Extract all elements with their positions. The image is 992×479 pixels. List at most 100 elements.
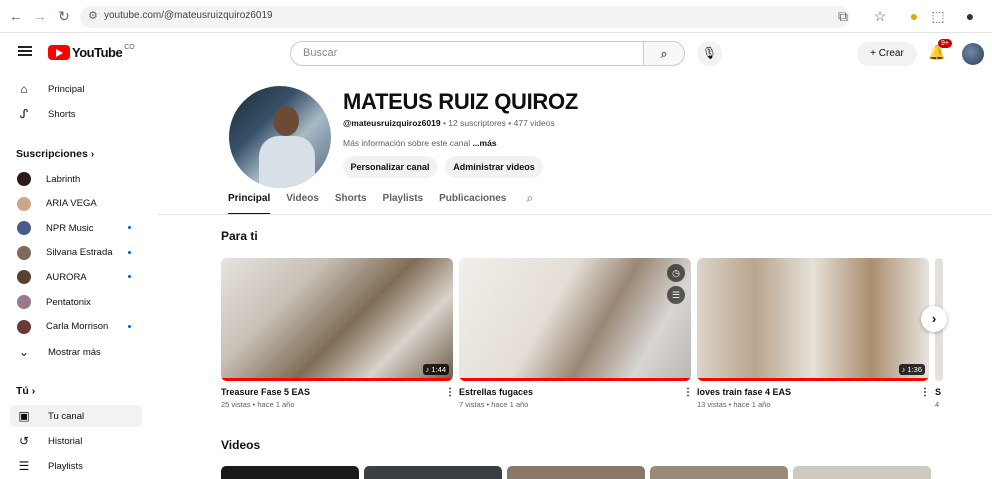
puzzle-icon[interactable]: ⬚ <box>930 8 946 24</box>
subscription-item[interactable]: AURORA <box>10 266 142 288</box>
video-title-partial[interactable]: S <box>935 387 941 397</box>
show-more-button[interactable]: ⌄ Mostrar más <box>10 341 142 363</box>
youtube-page: YouTube CO Buscar ⌕ 🎙 + Crear 🔔 9+ ⌂ Pri… <box>0 33 992 479</box>
clock-icon[interactable]: ◷ <box>667 264 685 282</box>
extension-icon[interactable]: ● <box>906 8 922 24</box>
watched-progress-bar <box>697 378 929 381</box>
new-content-dot <box>128 275 131 279</box>
subscription-label: Labrinth <box>46 173 81 185</box>
tab-playlists[interactable]: Playlists <box>383 193 424 215</box>
url-text: youtube.com/@mateusruizquiroz6019 <box>104 10 273 21</box>
avatar-figure-body <box>259 136 315 188</box>
video-thumbnail[interactable] <box>507 466 645 479</box>
manage-videos-button[interactable]: Administrar videos <box>445 156 543 178</box>
subscriptions-heading[interactable]: Suscripciones › <box>16 148 94 160</box>
site-info-icon[interactable]: ⚙ <box>88 9 98 22</box>
more-options-icon[interactable]: ⋮ <box>445 387 455 398</box>
customize-channel-button[interactable]: Personalizar canal <box>343 156 437 178</box>
create-button[interactable]: + Crear <box>857 42 917 66</box>
new-content-dot <box>128 324 131 328</box>
more-options-icon[interactable]: ⋮ <box>920 387 930 398</box>
profile-icon[interactable]: ● <box>962 8 978 24</box>
add-to-queue-icon[interactable]: ☰ <box>667 286 685 304</box>
subscription-item[interactable]: Carla Morrison <box>10 316 142 338</box>
channel-description[interactable]: Más información sobre este canal ...más <box>343 138 497 148</box>
search-button[interactable]: ⌕ <box>643 41 685 66</box>
avatar-figure-head <box>273 106 299 136</box>
tab-publicaciones[interactable]: Publicaciones <box>439 193 506 215</box>
youtube-logo[interactable]: YouTube CO <box>48 44 135 60</box>
subscription-label: Silvana Estrada <box>46 247 113 259</box>
sidebar-item-label: Playlists <box>48 460 83 472</box>
video-thumbnail[interactable]: ◷ ☰ <box>459 258 691 381</box>
sidebar-item-playlists[interactable]: ☰ Playlists <box>10 455 142 477</box>
video-title[interactable]: Estrellas fugaces <box>459 387 533 397</box>
install-icon[interactable]: ⧉ <box>835 8 851 24</box>
voice-search-button[interactable]: 🎙 <box>697 41 722 66</box>
subscriptions-title: Suscripciones <box>16 148 88 160</box>
mic-icon: 🎙 <box>701 46 718 60</box>
subscription-item[interactable]: Labrinth <box>10 168 142 190</box>
subscription-label: AURORA <box>46 271 87 283</box>
new-content-dot <box>128 226 131 230</box>
star-icon[interactable]: ☆ <box>872 8 888 24</box>
video-thumbnail[interactable] <box>221 466 359 479</box>
video-title[interactable]: Treasure Fase 5 EAS <box>221 387 310 397</box>
back-icon[interactable]: ← <box>8 8 24 24</box>
avatar[interactable] <box>962 43 984 65</box>
tab-shorts[interactable]: Shorts <box>335 193 367 215</box>
menu-icon[interactable] <box>18 46 32 56</box>
channel-avatar[interactable] <box>229 86 331 188</box>
channel-avatar <box>17 172 31 186</box>
sidebar-item-your-channel[interactable]: ▣ Tu canal <box>10 405 142 427</box>
you-heading[interactable]: Tú › <box>16 385 35 397</box>
subscription-label: ARIA VEGA <box>46 198 97 210</box>
sidebar-item-history[interactable]: ↺ Historial <box>10 430 142 452</box>
chevron-right-icon: › <box>931 311 937 326</box>
more-options-icon[interactable]: ⋮ <box>683 387 693 398</box>
video-thumbnail[interactable] <box>364 466 502 479</box>
video-thumbnail[interactable]: ♪ 1:44 <box>221 258 453 381</box>
subscription-label: NPR Music <box>46 222 94 234</box>
channel-avatar <box>17 221 31 236</box>
tab-principal[interactable]: Principal <box>228 193 271 215</box>
you-title: Tú <box>16 385 29 397</box>
channel-search-icon[interactable]: ⌕ <box>526 191 533 215</box>
search-input[interactable]: Buscar <box>290 41 644 66</box>
channel-avatar <box>17 196 31 211</box>
address-bar[interactable]: ⚙ youtube.com/@mateusruizquiroz6019 <box>80 6 850 28</box>
more-link[interactable]: ...más <box>472 138 496 148</box>
new-content-dot <box>128 250 131 254</box>
show-more-label: Mostrar más <box>48 346 101 358</box>
logo-text: YouTube <box>72 44 123 60</box>
channel-meta: @mateusruizquiroz6019 • 12 suscriptores … <box>343 118 555 128</box>
section-title-for-you: Para ti <box>221 229 258 243</box>
carousel-next-button[interactable]: › <box>921 306 947 332</box>
channel-page: MATEUS RUIZ QUIROZ @mateusruizquiroz6019… <box>158 73 992 479</box>
channel-avatar <box>17 319 31 334</box>
video-meta-partial: 4 <box>935 400 940 409</box>
sidebar-item-shorts[interactable]: ᔑ Shorts <box>10 103 142 125</box>
country-code: CO <box>124 43 135 51</box>
reload-icon[interactable]: ↻ <box>56 8 72 24</box>
subscription-item[interactable]: NPR Music <box>10 217 142 239</box>
channel-icon: ▣ <box>18 409 30 423</box>
video-title[interactable]: loves train fase 4 EAS <box>697 387 791 397</box>
channel-handle: @mateusruizquiroz6019 <box>343 118 441 128</box>
tab-videos[interactable]: Videos <box>286 193 319 215</box>
notification-badge: 9+ <box>938 39 952 48</box>
divider <box>158 214 992 215</box>
subscription-label: Pentatonix <box>46 296 91 308</box>
channel-avatar <box>17 245 31 260</box>
sidebar-item-principal[interactable]: ⌂ Principal <box>10 78 142 100</box>
video-thumbnail[interactable] <box>793 466 931 479</box>
subscription-item[interactable]: ARIA VEGA <box>10 193 142 215</box>
video-thumbnail[interactable]: ♪ 1:36 <box>697 258 929 381</box>
subscription-item[interactable]: Silvana Estrada <box>10 242 142 264</box>
sidebar-item-label: Tu canal <box>48 410 85 422</box>
forward-icon[interactable]: → <box>32 8 48 24</box>
subscription-item[interactable]: Pentatonix <box>10 291 142 313</box>
sidebar-item-label: Principal <box>48 83 85 95</box>
video-thumbnail[interactable] <box>650 466 788 479</box>
chevron-right-icon: › <box>90 148 95 160</box>
